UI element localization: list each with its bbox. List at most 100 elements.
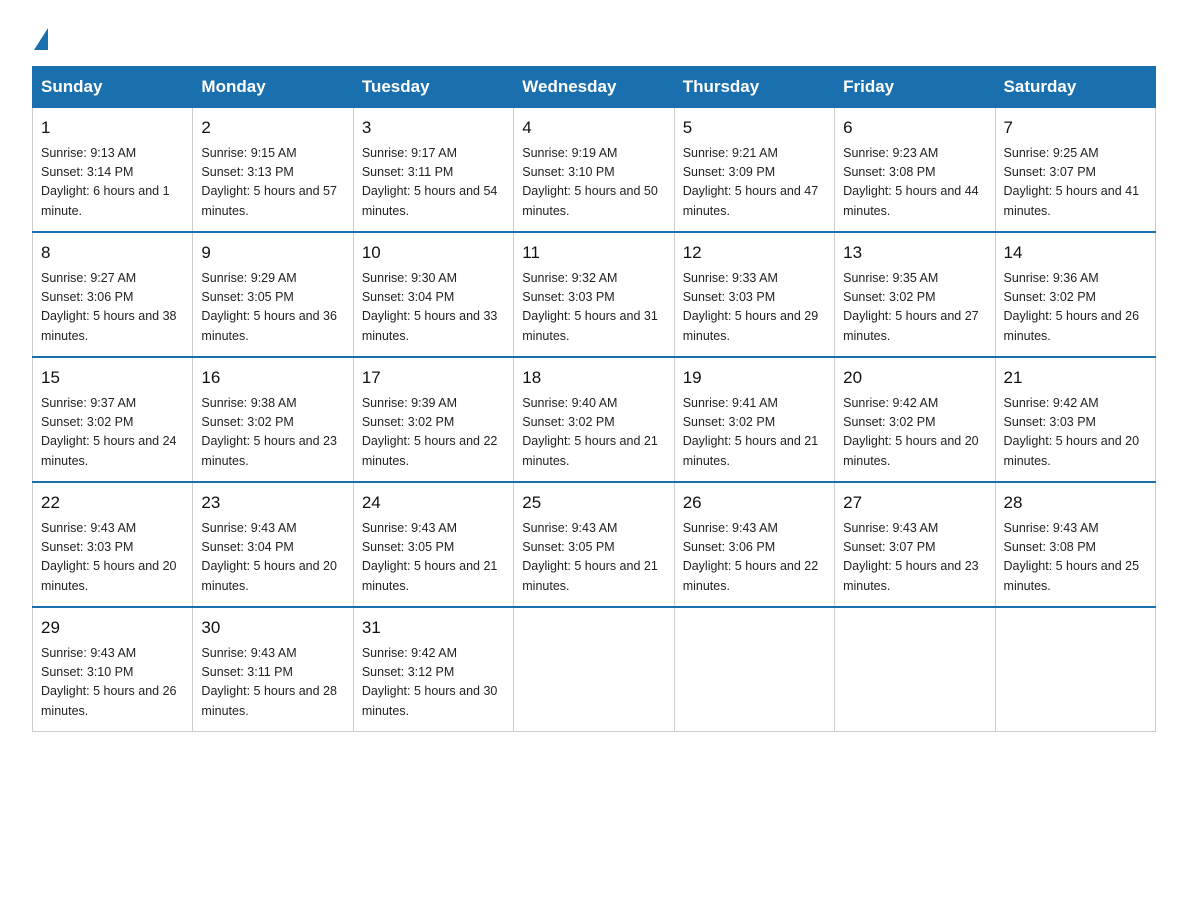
day-info: Sunrise: 9:36 AMSunset: 3:02 PMDaylight:… bbox=[1004, 269, 1147, 347]
day-info: Sunrise: 9:43 AMSunset: 3:05 PMDaylight:… bbox=[362, 519, 505, 597]
day-info: Sunrise: 9:43 AMSunset: 3:03 PMDaylight:… bbox=[41, 519, 184, 597]
day-info: Sunrise: 9:42 AMSunset: 3:03 PMDaylight:… bbox=[1004, 394, 1147, 472]
calendar-week-1: 1Sunrise: 9:13 AMSunset: 3:14 PMDaylight… bbox=[33, 108, 1156, 233]
calendar-cell: 7 Sunrise: 9:25 AMSunset: 3:07 PMDaylight… bbox=[995, 108, 1155, 233]
day-info: Sunrise: 9:23 AMSunset: 3:08 PMDaylight:… bbox=[843, 144, 986, 222]
calendar-cell: 2 Sunrise: 9:15 AMSunset: 3:13 PMDaylight… bbox=[193, 108, 353, 233]
calendar-cell: 27 Sunrise: 9:43 AMSunset: 3:07 PMDayligh… bbox=[835, 482, 995, 607]
day-info: Sunrise: 9:43 AMSunset: 3:06 PMDaylight:… bbox=[683, 519, 826, 597]
day-number: 18 bbox=[522, 365, 665, 391]
calendar-cell: 29 Sunrise: 9:43 AMSunset: 3:10 PMDayligh… bbox=[33, 607, 193, 732]
day-number: 12 bbox=[683, 240, 826, 266]
day-info: Sunrise: 9:32 AMSunset: 3:03 PMDaylight:… bbox=[522, 269, 665, 347]
calendar-cell: 26 Sunrise: 9:43 AMSunset: 3:06 PMDayligh… bbox=[674, 482, 834, 607]
logo bbox=[32, 24, 48, 46]
day-number: 28 bbox=[1004, 490, 1147, 516]
calendar-cell: 21 Sunrise: 9:42 AMSunset: 3:03 PMDayligh… bbox=[995, 357, 1155, 482]
day-info: Sunrise: 9:42 AMSunset: 3:02 PMDaylight:… bbox=[843, 394, 986, 472]
calendar-cell: 19 Sunrise: 9:41 AMSunset: 3:02 PMDayligh… bbox=[674, 357, 834, 482]
calendar-cell: 13 Sunrise: 9:35 AMSunset: 3:02 PMDayligh… bbox=[835, 232, 995, 357]
calendar-cell: 8 Sunrise: 9:27 AMSunset: 3:06 PMDaylight… bbox=[33, 232, 193, 357]
day-info: Sunrise: 9:43 AMSunset: 3:04 PMDaylight:… bbox=[201, 519, 344, 597]
calendar-cell: 1Sunrise: 9:13 AMSunset: 3:14 PMDaylight… bbox=[33, 108, 193, 233]
day-number: 15 bbox=[41, 365, 184, 391]
calendar-cell: 23 Sunrise: 9:43 AMSunset: 3:04 PMDayligh… bbox=[193, 482, 353, 607]
page-header bbox=[32, 24, 1156, 46]
logo-triangle-icon bbox=[34, 28, 48, 50]
day-info: Sunrise: 9:41 AMSunset: 3:02 PMDaylight:… bbox=[683, 394, 826, 472]
day-info: Sunrise: 9:43 AMSunset: 3:08 PMDaylight:… bbox=[1004, 519, 1147, 597]
calendar-cell: 31 Sunrise: 9:42 AMSunset: 3:12 PMDayligh… bbox=[353, 607, 513, 732]
day-number: 14 bbox=[1004, 240, 1147, 266]
header-friday: Friday bbox=[835, 67, 995, 108]
calendar-cell bbox=[674, 607, 834, 732]
day-number: 24 bbox=[362, 490, 505, 516]
calendar-cell: 16Sunrise: 9:38 AMSunset: 3:02 PMDayligh… bbox=[193, 357, 353, 482]
day-info: Sunrise: 9:37 AMSunset: 3:02 PMDaylight:… bbox=[41, 394, 184, 472]
header-wednesday: Wednesday bbox=[514, 67, 674, 108]
day-info: Sunrise: 9:43 AMSunset: 3:11 PMDaylight:… bbox=[201, 644, 344, 722]
day-number: 9 bbox=[201, 240, 344, 266]
calendar-cell: 9 Sunrise: 9:29 AMSunset: 3:05 PMDaylight… bbox=[193, 232, 353, 357]
calendar-cell: 14 Sunrise: 9:36 AMSunset: 3:02 PMDayligh… bbox=[995, 232, 1155, 357]
day-info: Sunrise: 9:35 AMSunset: 3:02 PMDaylight:… bbox=[843, 269, 986, 347]
header-tuesday: Tuesday bbox=[353, 67, 513, 108]
calendar-cell: 17 Sunrise: 9:39 AMSunset: 3:02 PMDayligh… bbox=[353, 357, 513, 482]
calendar-cell: 30 Sunrise: 9:43 AMSunset: 3:11 PMDayligh… bbox=[193, 607, 353, 732]
calendar-week-5: 29 Sunrise: 9:43 AMSunset: 3:10 PMDayligh… bbox=[33, 607, 1156, 732]
calendar-week-2: 8 Sunrise: 9:27 AMSunset: 3:06 PMDaylight… bbox=[33, 232, 1156, 357]
calendar-cell: 24 Sunrise: 9:43 AMSunset: 3:05 PMDayligh… bbox=[353, 482, 513, 607]
day-info: Sunrise: 9:19 AMSunset: 3:10 PMDaylight:… bbox=[522, 144, 665, 222]
day-number: 10 bbox=[362, 240, 505, 266]
calendar-cell: 22 Sunrise: 9:43 AMSunset: 3:03 PMDayligh… bbox=[33, 482, 193, 607]
day-info: Sunrise: 9:15 AMSunset: 3:13 PMDaylight:… bbox=[201, 144, 344, 222]
day-number: 4 bbox=[522, 115, 665, 141]
calendar-week-4: 22 Sunrise: 9:43 AMSunset: 3:03 PMDayligh… bbox=[33, 482, 1156, 607]
calendar-week-3: 15 Sunrise: 9:37 AMSunset: 3:02 PMDayligh… bbox=[33, 357, 1156, 482]
calendar-cell: 5 Sunrise: 9:21 AMSunset: 3:09 PMDaylight… bbox=[674, 108, 834, 233]
calendar-cell: 20Sunrise: 9:42 AMSunset: 3:02 PMDayligh… bbox=[835, 357, 995, 482]
day-number: 30 bbox=[201, 615, 344, 641]
day-number: 8 bbox=[41, 240, 184, 266]
day-info: Sunrise: 9:39 AMSunset: 3:02 PMDaylight:… bbox=[362, 394, 505, 472]
day-info: Sunrise: 9:43 AMSunset: 3:05 PMDaylight:… bbox=[522, 519, 665, 597]
day-number: 21 bbox=[1004, 365, 1147, 391]
day-number: 19 bbox=[683, 365, 826, 391]
day-number: 27 bbox=[843, 490, 986, 516]
calendar-cell: 28 Sunrise: 9:43 AMSunset: 3:08 PMDayligh… bbox=[995, 482, 1155, 607]
day-info: Sunrise: 9:43 AMSunset: 3:07 PMDaylight:… bbox=[843, 519, 986, 597]
day-number: 26 bbox=[683, 490, 826, 516]
day-number: 23 bbox=[201, 490, 344, 516]
day-info: Sunrise: 9:13 AMSunset: 3:14 PMDaylight:… bbox=[41, 144, 184, 222]
calendar-cell: 15 Sunrise: 9:37 AMSunset: 3:02 PMDayligh… bbox=[33, 357, 193, 482]
calendar-cell bbox=[995, 607, 1155, 732]
day-number: 22 bbox=[41, 490, 184, 516]
calendar-cell bbox=[835, 607, 995, 732]
calendar-cell: 4 Sunrise: 9:19 AMSunset: 3:10 PMDaylight… bbox=[514, 108, 674, 233]
header-thursday: Thursday bbox=[674, 67, 834, 108]
calendar-header-row: SundayMondayTuesdayWednesdayThursdayFrid… bbox=[33, 67, 1156, 108]
day-info: Sunrise: 9:17 AMSunset: 3:11 PMDaylight:… bbox=[362, 144, 505, 222]
calendar-cell: 6 Sunrise: 9:23 AMSunset: 3:08 PMDaylight… bbox=[835, 108, 995, 233]
day-number: 2 bbox=[201, 115, 344, 141]
day-info: Sunrise: 9:42 AMSunset: 3:12 PMDaylight:… bbox=[362, 644, 505, 722]
calendar-cell: 3 Sunrise: 9:17 AMSunset: 3:11 PMDaylight… bbox=[353, 108, 513, 233]
day-number: 7 bbox=[1004, 115, 1147, 141]
day-info: Sunrise: 9:43 AMSunset: 3:10 PMDaylight:… bbox=[41, 644, 184, 722]
day-number: 29 bbox=[41, 615, 184, 641]
day-number: 17 bbox=[362, 365, 505, 391]
day-info: Sunrise: 9:25 AMSunset: 3:07 PMDaylight:… bbox=[1004, 144, 1147, 222]
calendar-table: SundayMondayTuesdayWednesdayThursdayFrid… bbox=[32, 66, 1156, 732]
day-number: 6 bbox=[843, 115, 986, 141]
day-number: 3 bbox=[362, 115, 505, 141]
calendar-cell bbox=[514, 607, 674, 732]
day-number: 13 bbox=[843, 240, 986, 266]
day-info: Sunrise: 9:29 AMSunset: 3:05 PMDaylight:… bbox=[201, 269, 344, 347]
day-number: 5 bbox=[683, 115, 826, 141]
header-sunday: Sunday bbox=[33, 67, 193, 108]
calendar-cell: 11Sunrise: 9:32 AMSunset: 3:03 PMDayligh… bbox=[514, 232, 674, 357]
day-info: Sunrise: 9:38 AMSunset: 3:02 PMDaylight:… bbox=[201, 394, 344, 472]
day-number: 31 bbox=[362, 615, 505, 641]
day-info: Sunrise: 9:27 AMSunset: 3:06 PMDaylight:… bbox=[41, 269, 184, 347]
day-info: Sunrise: 9:21 AMSunset: 3:09 PMDaylight:… bbox=[683, 144, 826, 222]
